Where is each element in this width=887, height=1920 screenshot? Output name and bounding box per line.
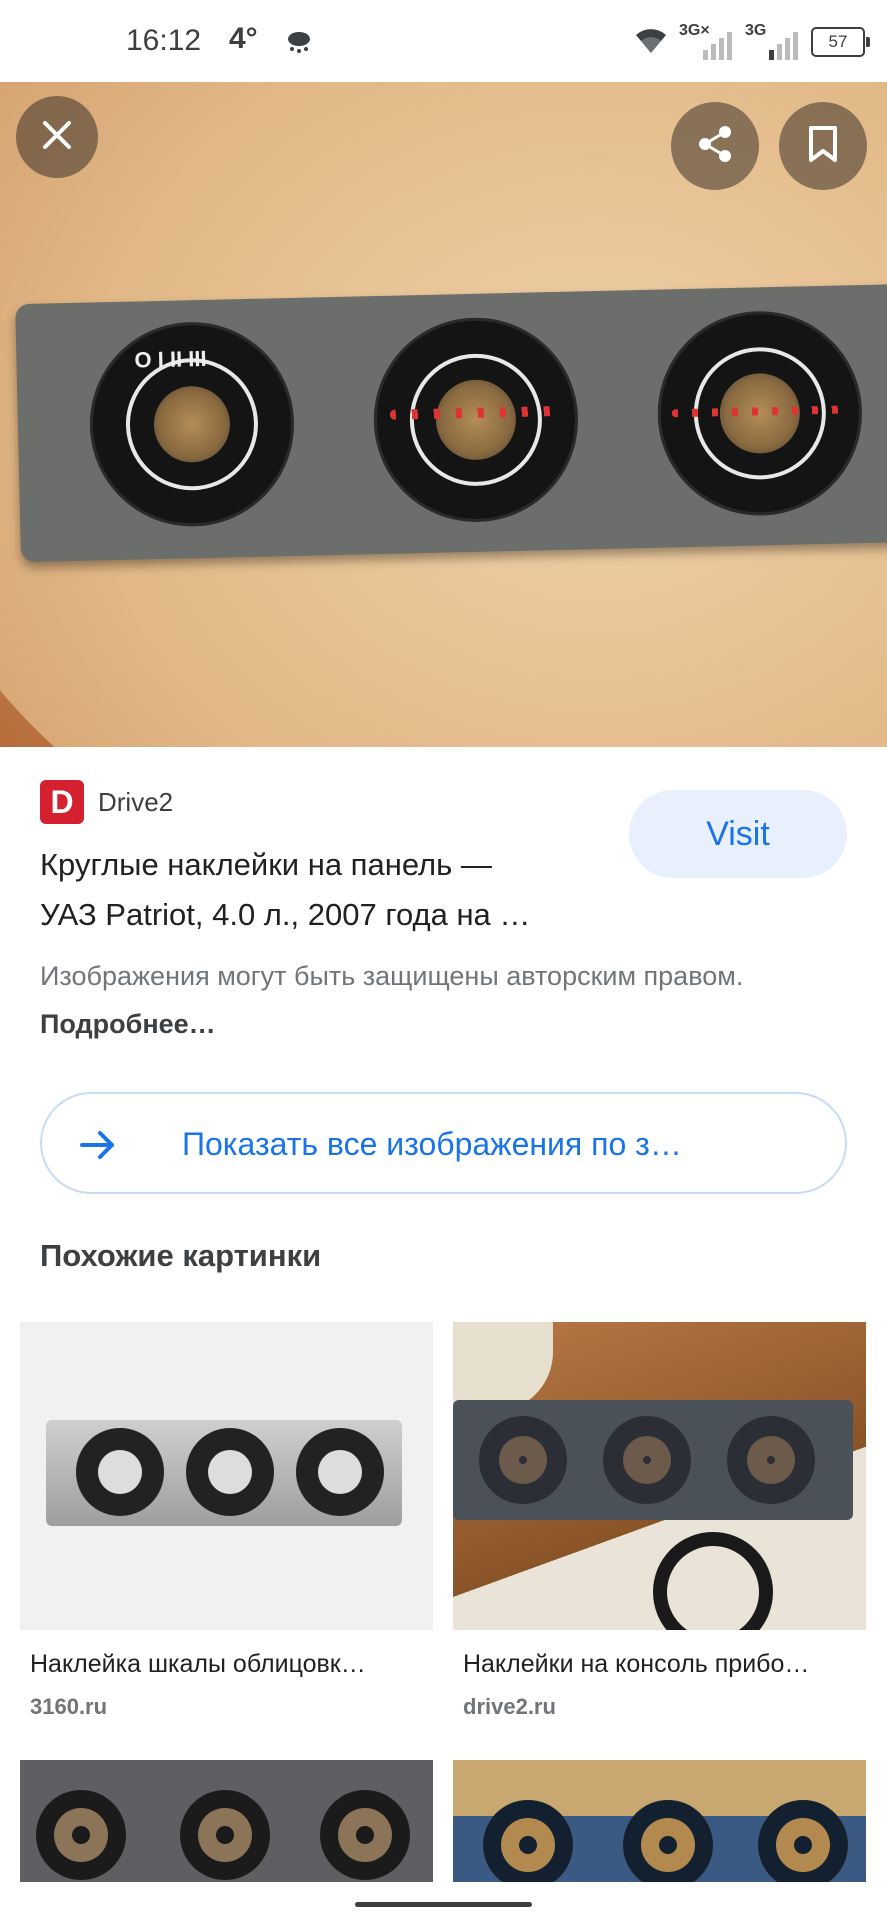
- cloud-rain-icon: [286, 30, 312, 53]
- bookmark-button[interactable]: [779, 102, 867, 190]
- close-icon: [40, 118, 74, 157]
- bookmark-icon: [808, 125, 838, 168]
- similar-image-thumb: [20, 1322, 433, 1630]
- close-button[interactable]: [16, 96, 98, 178]
- similar-image-thumb: [20, 1760, 433, 1900]
- visit-button[interactable]: Visit: [629, 790, 847, 878]
- arrow-right-icon: [78, 1128, 118, 1167]
- dial: [655, 309, 865, 518]
- similar-image-card[interactable]: [20, 1760, 433, 1900]
- navigation-bar: [0, 1882, 887, 1920]
- similar-images-title: Похожие картинки: [40, 1238, 322, 1273]
- similar-image-source: drive2.ru: [463, 1694, 556, 1719]
- learn-more-link[interactable]: Подробнее…: [40, 1009, 216, 1039]
- home-indicator[interactable]: [355, 1902, 532, 1907]
- dial: [371, 315, 581, 525]
- status-time: 16:12: [126, 24, 202, 57]
- dashboard-panel: O I II III: [15, 283, 887, 563]
- dial: O I II III: [87, 319, 297, 529]
- similar-image-thumb: [453, 1760, 866, 1900]
- similar-image-source: 3160.ru: [30, 1694, 108, 1719]
- result-title[interactable]: Круглые наклейки на панель — УАЗ Patriot…: [40, 840, 600, 940]
- status-temperature: 4°: [229, 22, 258, 55]
- similar-image-caption: Наклейки на консоль прибо…: [463, 1650, 810, 1678]
- show-all-images-button[interactable]: Показать все изображения по з…: [40, 1092, 847, 1194]
- hero-image[interactable]: O I II III: [0, 82, 887, 747]
- similar-image-card[interactable]: Наклейка шкалы облицовк… 3160.ru: [20, 1322, 433, 1722]
- signal-icon: 3G: [745, 22, 801, 60]
- similar-image-card[interactable]: Наклейки на консоль прибо… drive2.ru: [453, 1322, 866, 1722]
- share-icon: [695, 124, 735, 169]
- show-all-label: Показать все изображения по з…: [182, 1126, 682, 1162]
- source-info[interactable]: D Drive2: [40, 780, 173, 824]
- source-logo: D: [40, 780, 84, 824]
- battery-icon: 57: [811, 27, 870, 57]
- wifi-icon: [633, 25, 669, 60]
- signal-icon: 3G×: [679, 22, 735, 60]
- copyright-notice: Изображения могут быть защищены авторски…: [40, 961, 744, 1039]
- source-name: Drive2: [98, 786, 174, 817]
- similar-image-card[interactable]: [453, 1760, 866, 1900]
- similar-image-thumb: [453, 1322, 866, 1630]
- status-bar: 16:12 4° 3G× 3G 57: [0, 0, 887, 82]
- similar-image-caption: Наклейка шкалы облицовк…: [30, 1650, 366, 1678]
- share-button[interactable]: [671, 102, 759, 190]
